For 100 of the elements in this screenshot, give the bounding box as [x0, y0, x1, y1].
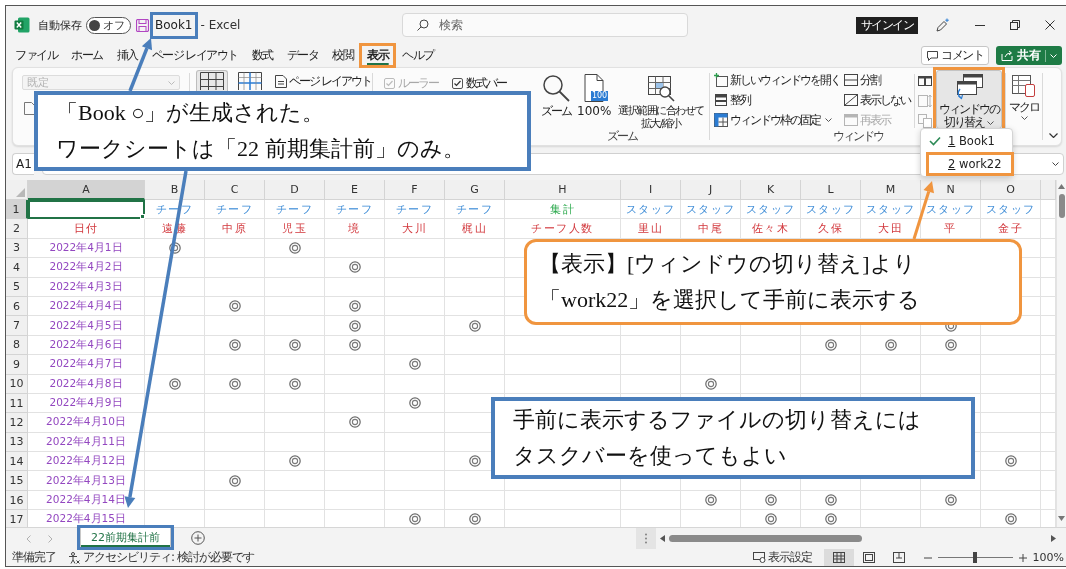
- row-header[interactable]: 11: [6, 393, 28, 414]
- spreadsheet-logo-icon[interactable]: [14, 17, 30, 33]
- close-icon[interactable]: [1045, 20, 1055, 30]
- table-cell: 中原: [205, 219, 265, 239]
- row-header[interactable]: 16: [6, 490, 28, 511]
- row-header[interactable]: 13: [6, 432, 28, 453]
- column-header[interactable]: B: [145, 180, 205, 200]
- ribbon-command[interactable]: 新しいウィンドウを開く: [713, 70, 842, 90]
- menu-item[interactable]: 1 Book1: [929, 132, 1011, 150]
- view-button[interactable]: [823, 549, 854, 566]
- column-header[interactable]: L: [801, 180, 861, 200]
- row-header[interactable]: 8: [6, 335, 28, 356]
- column-header[interactable]: H: [505, 180, 621, 200]
- row-header[interactable]: 1: [6, 200, 28, 220]
- sign-in-button[interactable]: サインイン: [855, 16, 918, 34]
- share-button[interactable]: 共有: [996, 46, 1062, 65]
- row-header[interactable]: 4: [6, 258, 28, 278]
- table-cell: 佐々木: [741, 219, 801, 239]
- selected-cell[interactable]: [28, 200, 145, 220]
- row-header[interactable]: 14: [6, 452, 28, 472]
- checkbox[interactable]: 数式バー: [451, 75, 507, 91]
- column-header[interactable]: I: [621, 180, 681, 200]
- zoom-command-button[interactable]: ズーム: [539, 70, 573, 129]
- slider-thumb[interactable]: [973, 552, 978, 563]
- table-cell: チーフ: [145, 200, 205, 220]
- callout-text: タスクバーを使ってもよい: [513, 442, 788, 470]
- row-header[interactable]: 10: [6, 374, 28, 394]
- menu-tab[interactable]: ファイル: [10, 45, 62, 66]
- table-cell: 2022年4月9日: [28, 393, 145, 414]
- column-header[interactable]: F: [385, 180, 445, 200]
- triangle-right-icon: [1051, 535, 1056, 542]
- ribbon-command[interactable]: 分割: [843, 70, 912, 90]
- zoom-command-button[interactable]: 選択範囲に合わせて拡大/縮小: [615, 70, 707, 129]
- table-cell: スタッフ: [861, 200, 921, 220]
- table-cell: スタッフ: [801, 200, 861, 220]
- column-header[interactable]: E: [325, 180, 385, 200]
- table-cell: チーフ人数: [505, 219, 621, 239]
- triangle-up-icon: [1058, 184, 1065, 189]
- row-header[interactable]: 2: [6, 219, 28, 239]
- row-header[interactable]: 17: [6, 510, 28, 527]
- ribbon-command[interactable]: 整列: [713, 90, 842, 110]
- hide-window-icon: [844, 93, 859, 107]
- sheet-tab[interactable]: 22前期集計前: [80, 528, 171, 548]
- vertical-scrollbar[interactable]: [1056, 180, 1066, 527]
- view-button[interactable]: [196, 70, 228, 91]
- row-header[interactable]: 6: [6, 296, 28, 317]
- restore-icon[interactable]: [1010, 20, 1020, 30]
- column-header[interactable]: J: [681, 180, 741, 200]
- row-header[interactable]: 7: [6, 316, 28, 336]
- ribbon-command[interactable]: ウィンドウ枠の固定: [713, 110, 842, 130]
- row-header[interactable]: 5: [6, 277, 28, 297]
- column-header[interactable]: C: [205, 180, 265, 200]
- menu-item[interactable]: 2 work22: [929, 155, 1011, 173]
- caret-icon[interactable]: [1052, 162, 1059, 166]
- scrollbar-thumb[interactable]: [669, 535, 862, 542]
- search-icon: [417, 19, 429, 31]
- column-header[interactable]: A: [28, 180, 145, 200]
- pen-icon[interactable]: [935, 17, 950, 33]
- name-box[interactable]: A1: [12, 153, 34, 175]
- switch-windows-button[interactable]: ウィンドウの切り替え: [936, 70, 1003, 129]
- row-header[interactable]: 9: [6, 355, 28, 375]
- menu-tab[interactable]: ヘルプ: [397, 45, 439, 66]
- side-by-side-icon[interactable]: [918, 74, 933, 88]
- zoom-badge: 100: [590, 91, 609, 101]
- zoom-command-button[interactable]: 100 100%: [575, 70, 614, 129]
- comment-button[interactable]: コメント: [921, 46, 989, 65]
- macro-button[interactable]: マクロ: [1007, 70, 1042, 129]
- triangle-down-icon: [1058, 516, 1065, 521]
- table-cell: スタッフ: [621, 200, 681, 220]
- split-icon: [844, 73, 859, 87]
- row-header[interactable]: 15: [6, 471, 28, 491]
- table-cell: 久保: [801, 219, 861, 239]
- page-layout-button[interactable]: ページ レイアウト: [274, 73, 372, 89]
- scrollbar-thumb[interactable]: [1058, 194, 1065, 218]
- menu-tab[interactable]: 校閲: [327, 45, 359, 66]
- add-sheet-icon[interactable]: [191, 531, 205, 545]
- column-header[interactable]: G: [445, 180, 505, 200]
- column-header[interactable]: D: [265, 180, 325, 200]
- search-field[interactable]: 検索: [402, 13, 688, 37]
- menu-tab[interactable]: 数式: [246, 45, 278, 66]
- column-header[interactable]: N: [921, 180, 981, 200]
- menu-tab[interactable]: ページ レイアウト: [146, 45, 243, 66]
- row-header[interactable]: 3: [6, 238, 28, 259]
- caret-icon[interactable]: [1049, 133, 1058, 138]
- table-cell: 里山: [621, 219, 681, 239]
- column-header[interactable]: O: [981, 180, 1041, 200]
- menu-tab[interactable]: ホーム: [66, 45, 108, 66]
- row-header[interactable]: 12: [6, 413, 28, 433]
- autosave-toggle[interactable]: オフ: [86, 16, 131, 34]
- menu-tab[interactable]: データ: [281, 45, 324, 66]
- save-icon[interactable]: [136, 18, 149, 32]
- accessibility-button[interactable]: アクセシビリティ: 検討が必要です: [68, 549, 254, 566]
- column-header[interactable]: M: [861, 180, 921, 200]
- ribbon-command[interactable]: 表示しない: [843, 90, 912, 110]
- menu-tab[interactable]: 挿入: [111, 45, 143, 66]
- display-settings-button[interactable]: 表示設定: [752, 549, 812, 566]
- zoom-in-icon[interactable]: [1018, 553, 1027, 562]
- column-header[interactable]: K: [741, 180, 801, 200]
- caret-icon: [1050, 53, 1057, 58]
- app-title: - Excel: [200, 18, 241, 32]
